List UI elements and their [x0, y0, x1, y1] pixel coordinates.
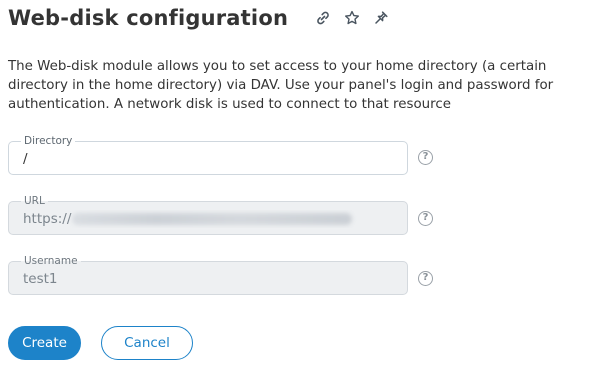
- pin-icon[interactable]: [372, 9, 390, 27]
- header: Web-disk configuration: [8, 4, 401, 32]
- url-input: https://: [23, 210, 393, 228]
- page-title: Web-disk configuration: [8, 6, 289, 30]
- username-input: test1: [23, 271, 58, 287]
- directory-help-icon[interactable]: ?: [418, 150, 433, 165]
- username-field: Username test1: [8, 255, 408, 295]
- url-redacted: [72, 213, 353, 225]
- url-help-icon[interactable]: ?: [418, 211, 433, 226]
- directory-label: Directory: [21, 135, 76, 147]
- username-label: Username: [21, 255, 81, 267]
- directory-input[interactable]: /: [23, 150, 393, 168]
- url-field: URL https://: [8, 195, 408, 235]
- title-actions: [314, 9, 401, 27]
- module-description: The Web-disk module allows you to set ac…: [8, 59, 554, 112]
- username-help-icon[interactable]: ?: [418, 271, 433, 286]
- create-button[interactable]: Create: [8, 326, 81, 360]
- webdisk-config-page: Web-disk configuration The Web-disk modu…: [0, 0, 599, 377]
- url-label: URL: [21, 195, 48, 207]
- star-icon[interactable]: [343, 9, 361, 27]
- directory-field[interactable]: Directory /: [8, 135, 408, 175]
- url-prefix: https://: [23, 211, 72, 227]
- cancel-button[interactable]: Cancel: [101, 326, 193, 360]
- link-icon[interactable]: [314, 9, 332, 27]
